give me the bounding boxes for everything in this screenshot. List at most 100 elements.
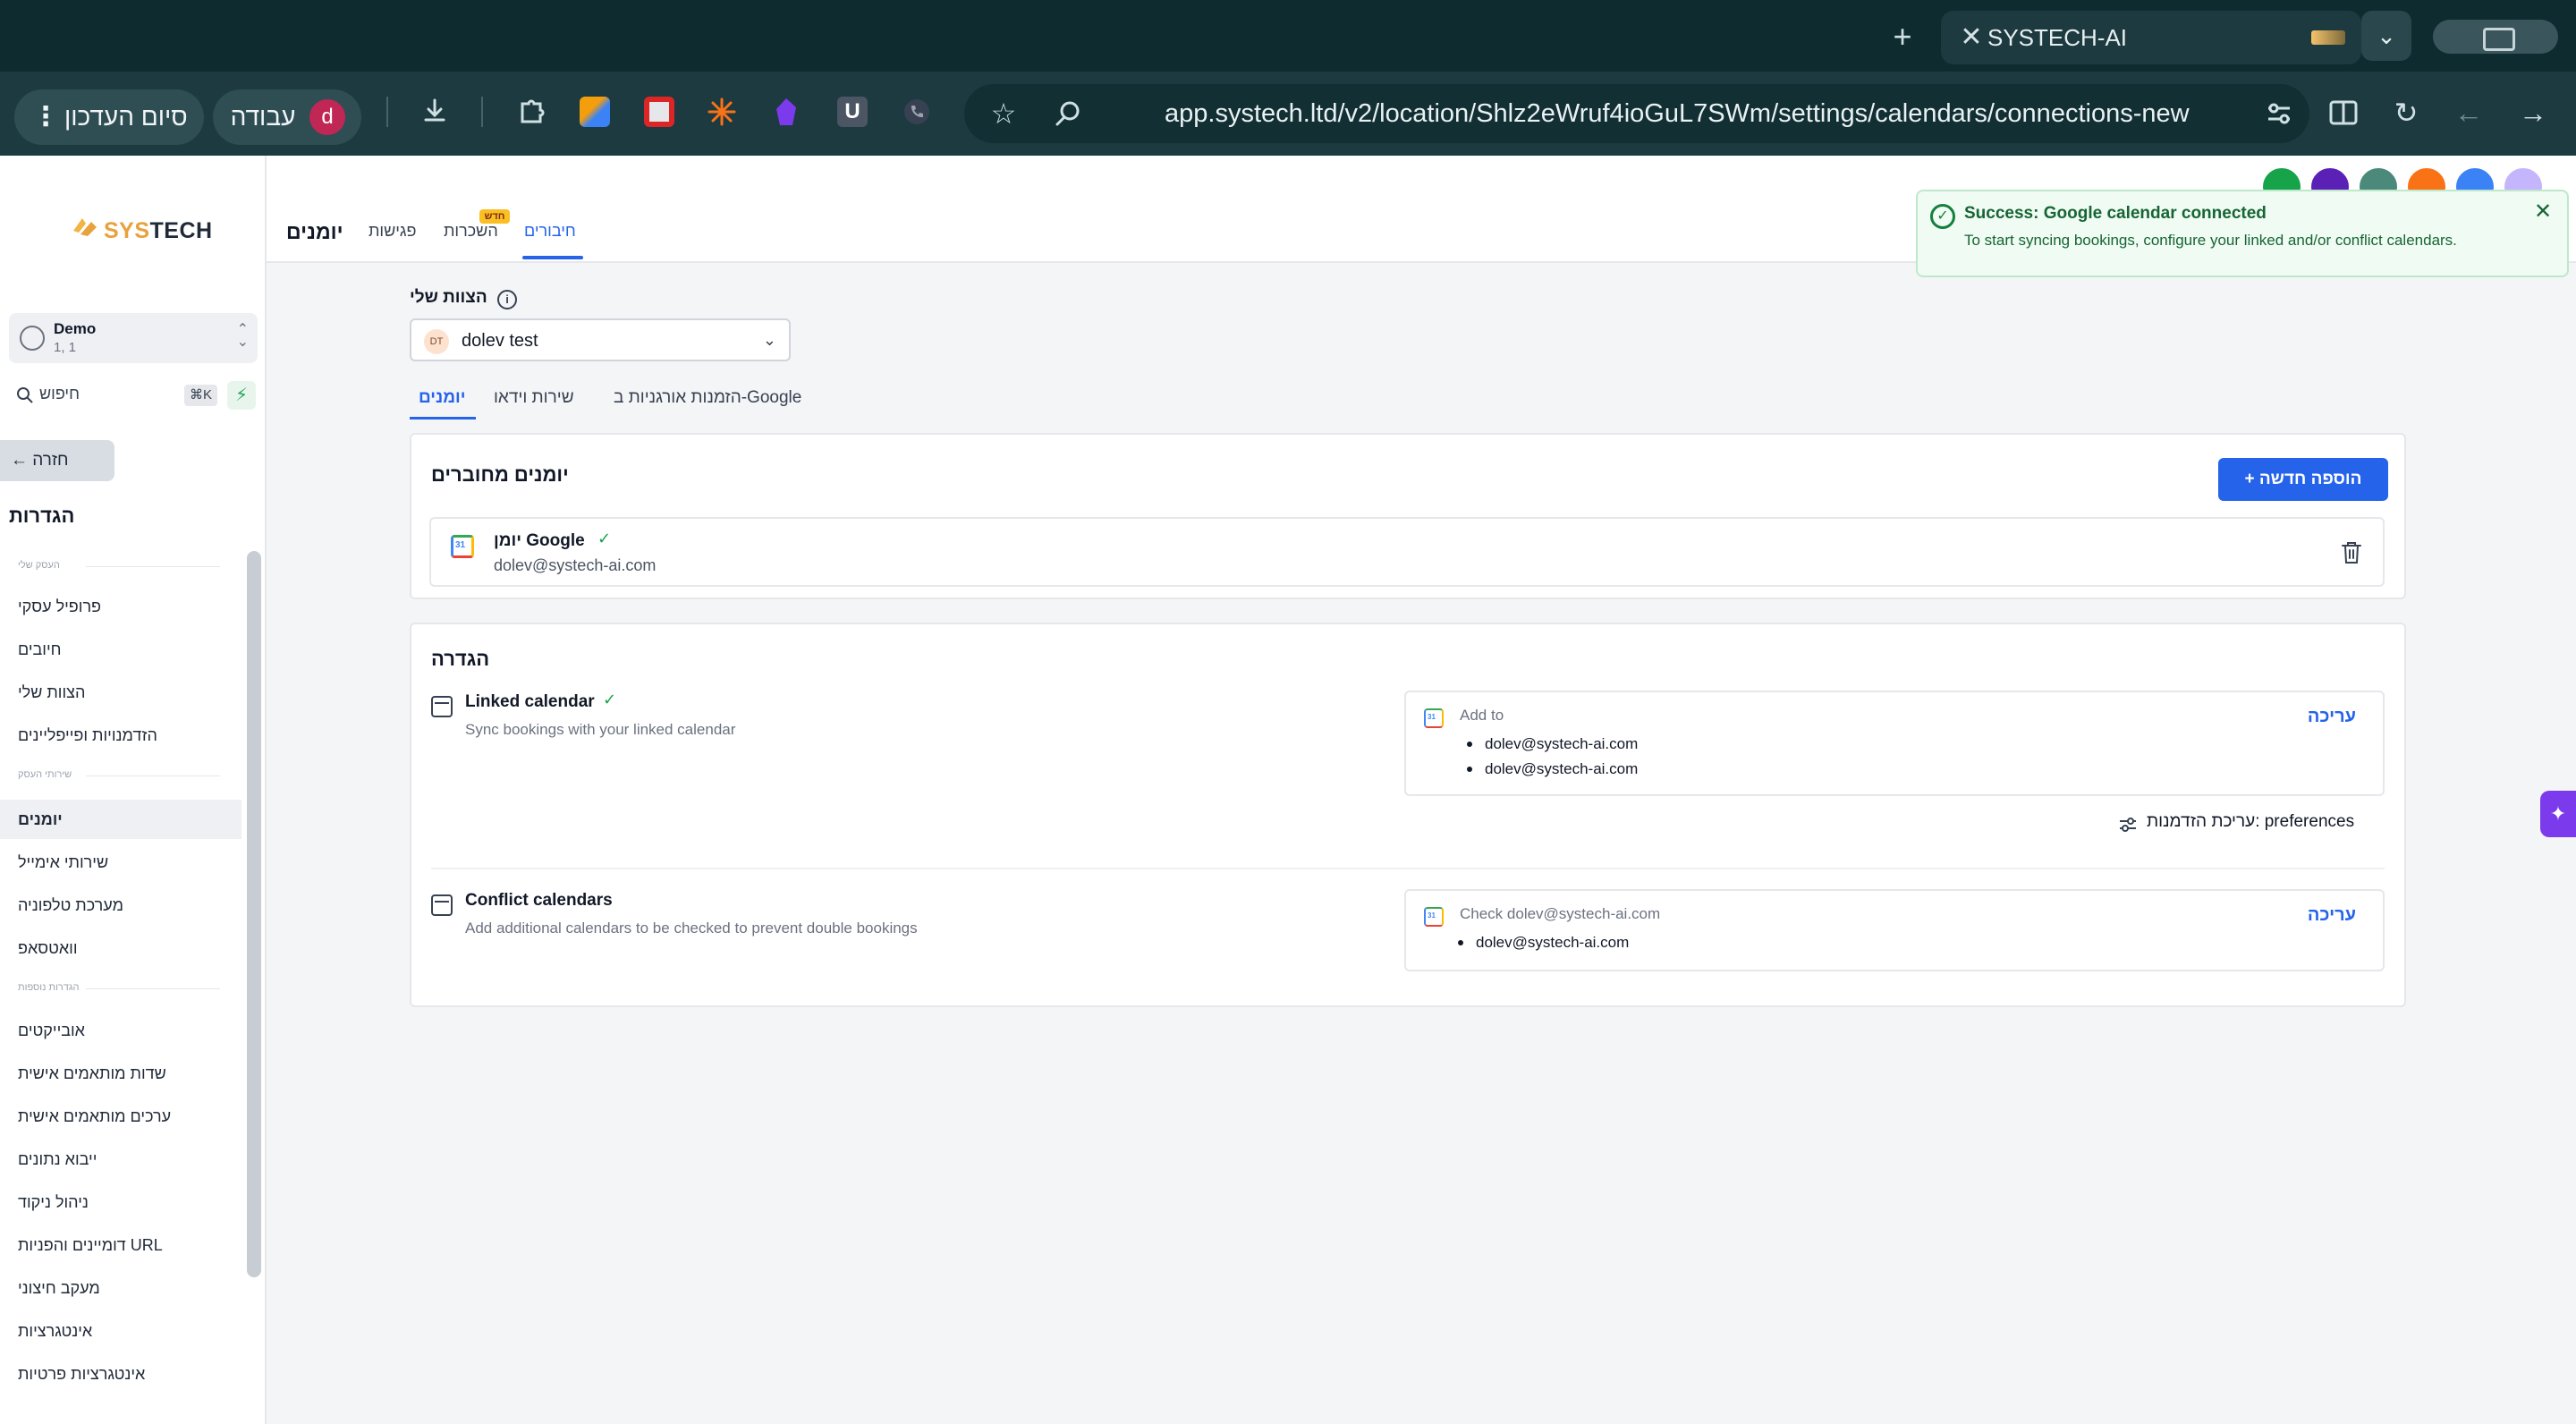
profile-avatar: d [309,99,345,135]
u-extension-icon[interactable]: U [837,97,868,127]
site-settings-icon[interactable] [2261,96,2297,131]
bookmark-star-icon[interactable]: ☆ [986,96,1021,131]
add-to-list: dolev@systech-ai.com dolev@systech-ai.co… [1460,732,1638,782]
url-text[interactable]: app.systech.ltd/v2/location/Shlz2eWruf4i… [1165,84,2318,143]
split-view-icon[interactable] [2324,93,2363,132]
search-icon [17,387,33,403]
reload-icon[interactable]: ↻ [2386,93,2426,132]
screenshot-extension-icon[interactable] [644,97,674,127]
claude-extension-icon[interactable] [707,97,737,127]
configuration-card: הגדרה Linked calendar ✓ Sync bookings wi… [410,623,2406,1007]
location-icon [20,326,45,351]
linked-calendar-title: Linked calendar [465,692,595,711]
edit-preferences-label: עריכת הזדמנות: preferences [2147,812,2355,831]
edit-linked-button[interactable]: עריכה [2308,707,2356,727]
toolbar-divider [386,97,388,127]
menu-dots-icon[interactable]: ⋮ [32,89,59,145]
tab-meetings[interactable]: פגישות [369,222,417,241]
browser-tab[interactable]: ✕ SYSTECH-AI [1941,11,2361,64]
account-sub: 1, 1 [54,340,77,355]
chevron-updown-icon: ⌃ ⌄ [236,322,249,350]
sidebar-item-email-services[interactable]: שירותי אימייל [0,843,242,882]
sidebar-search[interactable]: חיפוש ⌘K [9,379,218,411]
google-calendar-icon [1424,907,1444,927]
back-button[interactable]: ← חזרה [0,440,114,481]
sidebar-item-billing[interactable]: חיובים [0,630,242,669]
extensions-puzzle-icon[interactable] [513,93,549,129]
search-placeholder: חיפוש [39,385,80,403]
sidebar-item-objects[interactable]: אובייקטים [0,1011,242,1050]
check-label: Check dolev@systech-ai.com [1460,905,1661,922]
team-initials-avatar: DT [424,329,449,354]
tab-list-dropdown-button[interactable]: ⌄ [2361,11,2411,61]
sidebar-item-phone-system[interactable]: מערכת טלפוניה [0,886,242,925]
calendar-name: יומן Google [494,531,585,550]
google-calendar-icon [451,535,474,558]
sidebar-item-custom-fields[interactable]: שדות מותאמים אישית [0,1054,242,1093]
tab-connections[interactable]: חיבורים [524,222,576,241]
subtab-underline [410,417,476,420]
sidebar-item-integrations[interactable]: אינטגרציות [0,1311,242,1351]
configuration-title: הגדרה [431,648,490,670]
section-business: העסק שלי [18,560,220,571]
sliders-icon [2120,818,2136,832]
check-box: Check dolev@systech-ai.com עריכה dolev@s… [1404,889,2385,971]
sidebar-item-custom-values[interactable]: ערכים מותאמים אישית [0,1097,242,1136]
sidebar-item-opportunities[interactable]: הזדמנויות ופייפליינים [0,716,242,755]
finish-update-label: סיום העדכון [64,103,188,131]
ai-assistant-icon[interactable]: ✦ [2540,791,2576,837]
section-services: שירותי העסק [18,769,220,780]
phone-extension-icon[interactable] [902,97,932,127]
quick-action-bolt-icon[interactable]: ⚡ [227,381,256,410]
trash-icon[interactable] [2340,540,2363,565]
connected-calendars-title: יומנים מחוברים [431,463,569,486]
active-tab-underline [522,256,583,259]
sidebar-item-calendars[interactable]: יומנים [0,800,242,839]
check-circle-icon: ✓ [1930,204,1955,229]
sidebar-item-external-tracking[interactable]: מעקב חיצוני [0,1268,242,1308]
subtab-calendars[interactable]: יומנים [419,388,466,408]
download-icon[interactable] [417,93,453,129]
finish-update-button[interactable]: ⋮ סיום העדכון [14,89,204,145]
conflict-calendars-title: Conflict calendars [465,891,613,910]
subtab-video-service[interactable]: שירות וידאו [494,388,574,408]
edit-conflict-button[interactable]: עריכה [2308,905,2356,926]
section-other: הגדרות נוספות [18,982,220,993]
browser-tab-bar: + ✕ SYSTECH-AI ⌄ [0,0,2576,72]
pen-extension-icon[interactable] [580,97,610,127]
team-label: הצוות שלי [410,288,487,307]
linked-check-icon: ✓ [603,691,617,708]
new-tab-button[interactable]: + [1882,16,1923,57]
close-icon[interactable]: ✕ [2529,199,2556,225]
close-tab-icon[interactable]: ✕ [1953,20,1989,55]
systech-logo[interactable]: SYSTECH [70,215,212,250]
sidebar-item-whatsapp[interactable]: וואטסאפ [0,928,242,968]
sidebar-item-business-profile[interactable]: פרופיל עסקי [0,587,242,626]
sidebar-item-scoring[interactable]: ניהול ניקוד [0,1182,242,1222]
forward-arrow-icon[interactable]: → [2513,93,2553,132]
sidebar-item-private-integrations[interactable]: אינטגרציות פרטיות [0,1354,242,1394]
settings-heading: הגדרות [9,504,75,527]
tab-rentals[interactable]: השכרות [444,222,498,241]
sidebar-item-data-import[interactable]: ייבוא נתונים [0,1140,242,1179]
chevron-down-icon: ⌄ [762,331,776,349]
zoom-icon[interactable] [1050,96,1086,131]
edit-preferences-button[interactable]: עריכת הזדמנות: preferences [2118,812,2467,839]
new-badge: חדש [479,209,510,224]
toast-message: To start syncing bookings, configure you… [1964,232,2457,249]
back-arrow-icon[interactable]: ← [2449,93,2488,132]
info-icon[interactable]: i [497,290,517,309]
add-new-button[interactable]: + הוספה חדשה [2218,458,2388,501]
sidebar-item-my-team[interactable]: הצוות שלי [0,673,242,712]
team-select[interactable]: DT dolev test ⌄ [410,318,791,361]
address-bar[interactable]: ☆ app.systech.ltd/v2/location/Shlz2eWruf… [964,84,2309,143]
search-shortcut: ⌘K [184,385,218,406]
subtab-google-organic[interactable]: הזמנות אורגניות ב-Google [614,388,801,408]
google-calendar-icon [1424,708,1444,728]
work-profile-button[interactable]: עבודה d [213,89,361,145]
sidebar-item-domains[interactable]: דומיינים והפניות URL [0,1225,242,1265]
sidebar-scrollbar[interactable] [247,551,261,1277]
obsidian-extension-icon[interactable] [771,97,801,127]
account-switcher[interactable]: Demo 1, 1 ⌃ ⌄ [9,313,258,363]
browser-profile-button[interactable] [2433,20,2558,54]
